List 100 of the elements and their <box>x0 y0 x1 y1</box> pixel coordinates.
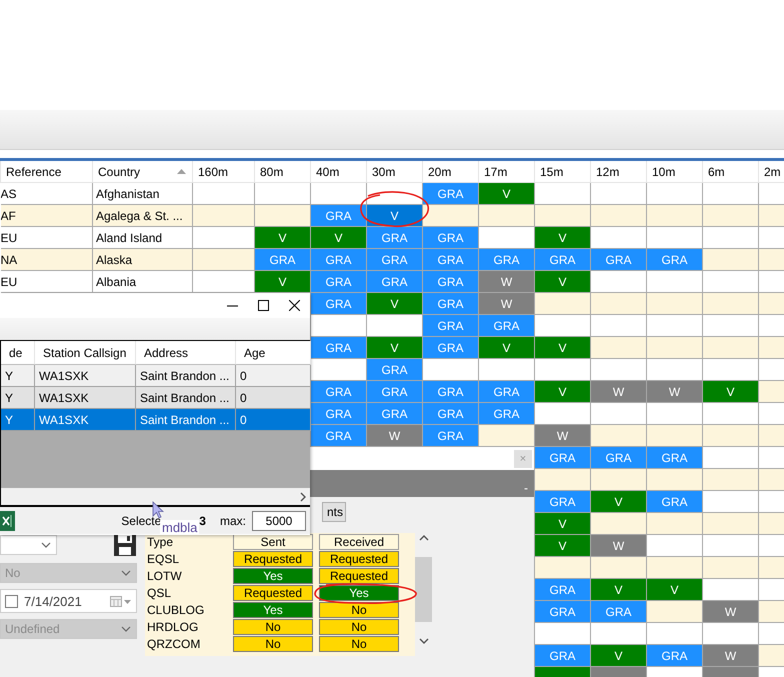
status-cell[interactable]: W <box>478 270 534 292</box>
status-cell[interactable]: GRA <box>366 380 422 402</box>
status-cell[interactable]: GRA <box>534 248 590 270</box>
column-header[interactable]: 2m <box>758 161 784 182</box>
column-header[interactable]: Reference <box>0 161 92 182</box>
status-cell[interactable]: V <box>534 336 590 358</box>
column-header[interactable]: 80m <box>254 161 310 182</box>
table-row[interactable]: Y WA1SXK Saint Brandon ... 0 <box>1 409 310 431</box>
status-cell[interactable]: GRA <box>646 490 702 512</box>
status-cell[interactable]: V <box>478 336 534 358</box>
status-cell[interactable]: GRA <box>422 182 478 204</box>
status-cell[interactable]: GRA <box>310 402 366 424</box>
close-icon[interactable] <box>289 300 300 311</box>
status-cell[interactable]: GRA <box>366 402 422 424</box>
status-cell[interactable]: W <box>534 424 590 446</box>
max-input[interactable]: 5000 <box>252 510 306 530</box>
scrollbar[interactable] <box>1 488 310 505</box>
status-cell[interactable]: GRA <box>534 600 590 622</box>
status-cell[interactable]: W <box>702 644 758 666</box>
column-header[interactable]: 17m <box>478 161 534 182</box>
status-cell[interactable]: GRA <box>310 380 366 402</box>
status-cell[interactable]: GRA <box>310 292 366 314</box>
status-cell[interactable]: V <box>310 226 366 248</box>
calendar-icon[interactable] <box>110 595 132 607</box>
status-cell[interactable]: GRA <box>366 270 422 292</box>
status-cell[interactable]: V <box>366 336 422 358</box>
column-header[interactable]: 10m <box>646 161 702 182</box>
status-cell[interactable]: V <box>590 644 646 666</box>
status-cell[interactable]: GRA <box>422 424 478 446</box>
column-header[interactable]: 160m <box>192 161 254 182</box>
status-cell[interactable]: GRA <box>310 270 366 292</box>
table-row[interactable]: Y WA1SXK Saint Brandon ... 0 <box>1 365 310 387</box>
save-icon[interactable] <box>113 533 137 557</box>
close-button[interactable]: × <box>514 450 532 468</box>
chevron-down-icon[interactable] <box>418 636 430 646</box>
status-cell[interactable]: GRA <box>590 446 646 468</box>
status-cell[interactable]: V <box>366 292 422 314</box>
column-header[interactable]: Country <box>92 161 192 182</box>
status-cell[interactable]: V <box>702 380 758 402</box>
status-cell[interactable]: GRA <box>534 490 590 512</box>
status-cell[interactable]: V <box>254 226 310 248</box>
column-header[interactable]: 20m <box>422 161 478 182</box>
status-cell[interactable]: GRA <box>478 248 534 270</box>
status-cell[interactable]: GRA <box>366 226 422 248</box>
column-header[interactable]: 40m <box>310 161 366 182</box>
status-cell[interactable]: GRA <box>646 446 702 468</box>
status-cell[interactable]: W <box>702 600 758 622</box>
status-cell[interactable]: V <box>590 578 646 600</box>
status-cell[interactable]: GRA <box>422 314 478 336</box>
column-header[interactable]: 15m <box>534 161 590 182</box>
status-cell[interactable]: GRA <box>534 578 590 600</box>
status-cell[interactable]: GRA <box>478 402 534 424</box>
status-cell[interactable]: GRA <box>422 248 478 270</box>
status-cell[interactable]: GRA <box>254 248 310 270</box>
column-header[interactable]: 30m <box>366 161 422 182</box>
status-cell[interactable]: W <box>366 424 422 446</box>
status-cell[interactable]: GRA <box>534 644 590 666</box>
status-cell[interactable]: GRA <box>310 424 366 446</box>
status-cell[interactable]: V <box>590 490 646 512</box>
status-cell[interactable]: V <box>478 182 534 204</box>
checkbox[interactable] <box>5 594 18 608</box>
date-field[interactable]: 7/14/2021 <box>0 589 137 613</box>
status-cell[interactable]: W <box>590 380 646 402</box>
status-cell[interactable]: GRA <box>478 380 534 402</box>
status-cell[interactable]: GRA <box>366 248 422 270</box>
status-cell[interactable]: GRA <box>646 644 702 666</box>
scrollbar-thumb[interactable] <box>415 557 432 622</box>
status-cell[interactable]: GRA <box>534 446 590 468</box>
status-cell[interactable]: GRA <box>422 380 478 402</box>
tab-button[interactable]: nts <box>322 502 346 522</box>
spreadsheet-icon[interactable] <box>0 510 15 530</box>
status-cell[interactable]: GRA <box>310 204 366 226</box>
status-cell[interactable]: GRA <box>422 292 478 314</box>
column-header[interactable]: 12m <box>590 161 646 182</box>
status-cell[interactable]: GRA <box>366 358 422 380</box>
maximize-icon[interactable] <box>258 300 269 311</box>
chevron-up-icon[interactable] <box>418 533 430 543</box>
status-cell[interactable]: V <box>534 534 590 556</box>
status-cell[interactable]: GRA <box>590 248 646 270</box>
status-cell[interactable]: V <box>646 578 702 600</box>
status-cell[interactable]: V <box>534 512 590 534</box>
status-cell[interactable]: GRA <box>310 248 366 270</box>
status-cell[interactable]: V <box>254 270 310 292</box>
status-cell[interactable]: W <box>646 380 702 402</box>
status-cell[interactable]: V <box>534 270 590 292</box>
dropdown-field[interactable] <box>0 535 57 555</box>
status-cell[interactable]: GRA <box>478 314 534 336</box>
status-cell[interactable]: GRA <box>422 336 478 358</box>
status-cell[interactable]: W <box>478 292 534 314</box>
collapse-button[interactable]: - <box>518 481 534 497</box>
chevron-right-icon[interactable] <box>299 492 307 502</box>
status-cell[interactable]: GRA <box>422 270 478 292</box>
status-cell[interactable]: W <box>590 534 646 556</box>
status-cell[interactable]: V <box>534 380 590 402</box>
status-cell[interactable]: V <box>534 226 590 248</box>
status-cell[interactable]: GRA <box>422 226 478 248</box>
status-cell[interactable]: GRA <box>422 402 478 424</box>
status-cell[interactable]: GRA <box>646 248 702 270</box>
table-row[interactable]: Y WA1SXK Saint Brandon ... 0 <box>1 387 310 409</box>
status-cell[interactable]: GRA <box>590 600 646 622</box>
